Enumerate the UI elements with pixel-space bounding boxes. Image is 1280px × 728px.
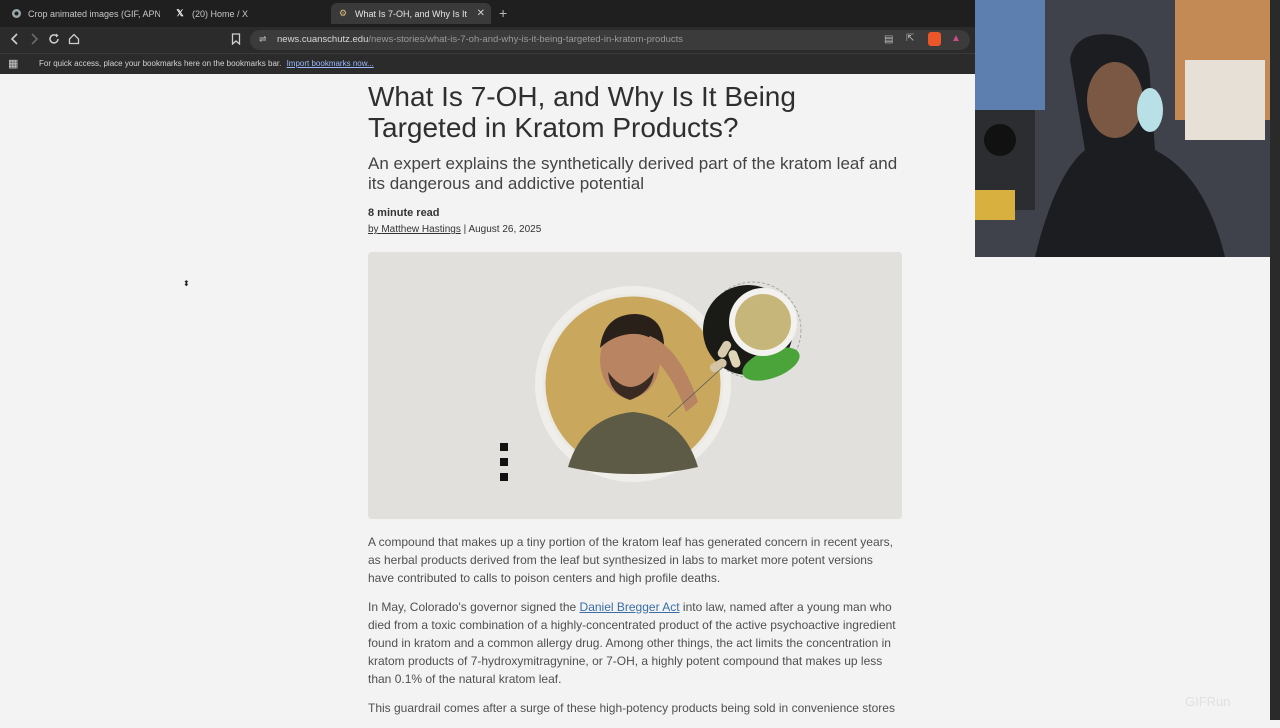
apps-grid-icon[interactable]: ▦	[8, 57, 18, 70]
browser-toolbar: ⇌ news.cuanschutz.edu/news-stories/what-…	[0, 27, 975, 53]
daniel-bregger-act-link[interactable]: Daniel Bregger Act	[580, 600, 680, 614]
paragraph: In May, Colorado's governor signed the D…	[368, 598, 902, 688]
import-bookmarks-link[interactable]: Import bookmarks now...	[287, 59, 374, 68]
article-date: August 26, 2025	[468, 224, 542, 235]
url-text: news.cuanschutz.edu/news-stories/what-is…	[277, 34, 683, 45]
tab-article[interactable]: ⚙ What Is 7-OH, and Why Is It Bein ✕	[331, 3, 491, 24]
url-host: news.cuanschutz.edu	[277, 34, 369, 45]
paragraph: A compound that makes up a tiny portion …	[368, 535, 893, 585]
page-content: ⬍ What Is 7-OH, and Why Is It Being Targ…	[0, 75, 975, 720]
close-icon[interactable]: ✕	[477, 8, 485, 19]
cu-icon: ⚙	[338, 8, 348, 18]
ezgif-icon	[10, 8, 22, 20]
tab-bar: Crop animated images (GIF, APNG, W 𝕏 (20…	[0, 0, 975, 27]
back-icon[interactable]	[8, 32, 22, 46]
author-name: Matthew Hastings	[381, 224, 461, 235]
reader-mode-icon[interactable]: ▤	[884, 34, 893, 45]
webcam-overlay	[975, 0, 1270, 257]
window-edge	[1270, 0, 1280, 720]
article-subtitle: An expert explains the synthetically der…	[368, 154, 898, 193]
article-title: What Is 7-OH, and Why Is It Being Target…	[368, 81, 796, 143]
forward-icon[interactable]	[27, 32, 41, 46]
share-icon[interactable]: ⇱	[906, 33, 914, 44]
bookmark-icon[interactable]	[229, 32, 243, 46]
address-bar[interactable]: ⇌ news.cuanschutz.edu/news-stories/what-…	[250, 30, 970, 50]
tab-crop-images[interactable]: Crop animated images (GIF, APNG, W	[10, 3, 160, 24]
reload-icon[interactable]	[47, 32, 61, 46]
tab-label: (20) Home / X	[192, 8, 249, 19]
article: What Is 7-OH, and Why Is It Being Target…	[368, 75, 902, 715]
scroll-cursor-icon: ⬍	[183, 279, 190, 288]
author-link[interactable]: by Matthew Hastings	[368, 224, 461, 235]
site-info-icon[interactable]: ⇌	[259, 34, 267, 45]
watermark: GIFRun	[1185, 694, 1231, 709]
read-time: 8 minute read	[368, 207, 440, 219]
tab-label: Crop animated images (GIF, APNG, W	[28, 8, 160, 19]
x-icon: 𝕏	[176, 8, 184, 18]
tab-x-home[interactable]: 𝕏 (20) Home / X	[174, 3, 314, 24]
paragraph: This guardrail comes after a surge of th…	[368, 701, 895, 715]
by-prefix: by	[368, 224, 379, 235]
url-path: /news-stories/what-is-7-oh-and-why-is-it…	[368, 34, 684, 45]
article-body: A compound that makes up a tiny portion …	[368, 533, 902, 728]
bookmarks-hint: For quick access, place your bookmarks h…	[39, 59, 374, 68]
byline: by Matthew Hastings | August 26, 2025	[368, 224, 542, 235]
hero-image	[368, 252, 902, 519]
brave-rewards-icon[interactable]: ▲	[951, 33, 961, 44]
bookmarks-hint-text: For quick access, place your bookmarks h…	[39, 59, 282, 68]
tab-label: What Is 7-OH, and Why Is It Bein	[355, 8, 469, 19]
new-tab-icon[interactable]: +	[499, 5, 507, 21]
paragraph-text: In May, Colorado's governor signed the	[368, 600, 580, 614]
bookmarks-bar: ▦ For quick access, place your bookmarks…	[0, 53, 975, 74]
home-icon[interactable]	[67, 32, 81, 46]
brave-shield-icon[interactable]	[928, 32, 941, 46]
